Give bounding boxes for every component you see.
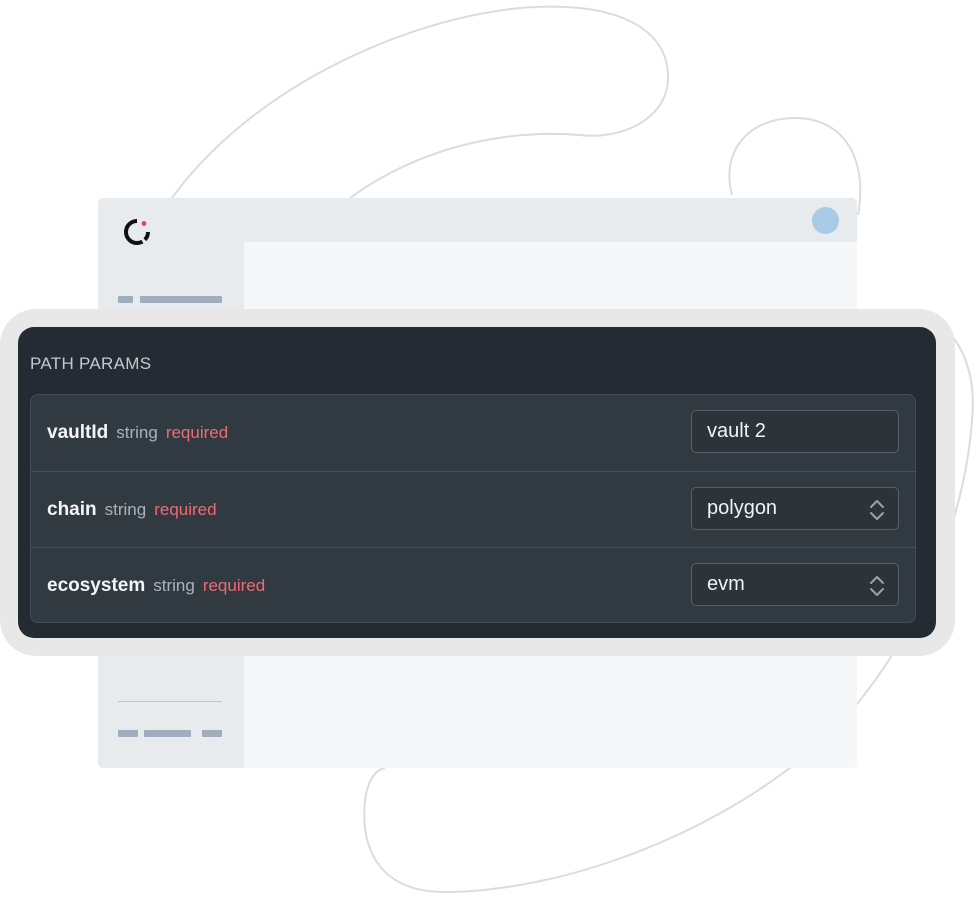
sidebar-nav-placeholder — [118, 296, 133, 303]
param-type: string — [104, 500, 147, 519]
panel-title: PATH PARAMS — [30, 354, 152, 373]
sidebar-footer-placeholder — [202, 730, 222, 737]
chevron-up-down-icon — [870, 500, 884, 520]
sidebar-footer-placeholder — [118, 730, 138, 737]
path-params-panel: PATH PARAMS vaultId string required vaul… — [18, 327, 936, 638]
ring-logo-icon — [124, 219, 150, 245]
param-list: vaultId string required vault 2 chain st… — [30, 394, 916, 623]
sidebar-footer-placeholder — [144, 730, 191, 737]
param-name: ecosystem — [47, 575, 146, 596]
param-row-chain: chain string required polygon — [31, 471, 915, 548]
app-topbar — [98, 198, 857, 245]
user-avatar[interactable] — [812, 207, 839, 234]
stage: PATH PARAMS vaultId string required vaul… — [0, 0, 976, 897]
param-row-vaultid: vaultId string required vault 2 — [31, 395, 915, 471]
param-required-badge: required — [202, 576, 266, 595]
param-type: string — [116, 423, 158, 442]
bg-curve-top — [171, 5, 670, 199]
chain-select[interactable]: polygon — [691, 487, 899, 530]
chain-select-value: polygon — [707, 497, 778, 519]
param-required-badge: required — [154, 500, 217, 519]
param-type: string — [153, 576, 195, 595]
vaultid-input[interactable]: vault 2 — [691, 410, 899, 453]
param-required-badge: required — [165, 423, 229, 442]
param-label-group: vaultId string required — [47, 395, 228, 471]
sidebar-nav-placeholder — [140, 296, 222, 303]
ecosystem-select[interactable]: evm — [691, 563, 899, 606]
vaultid-input-value: vault 2 — [707, 420, 766, 442]
chevron-up-down-icon — [870, 576, 884, 596]
sidebar-divider — [118, 701, 222, 702]
param-label-group: chain string required — [47, 472, 217, 548]
param-name: chain — [47, 499, 97, 520]
param-name: vaultId — [47, 422, 109, 443]
param-row-ecosystem: ecosystem string required evm — [31, 547, 915, 622]
param-label-group: ecosystem string required — [47, 548, 266, 622]
ecosystem-select-value: evm — [707, 573, 745, 595]
